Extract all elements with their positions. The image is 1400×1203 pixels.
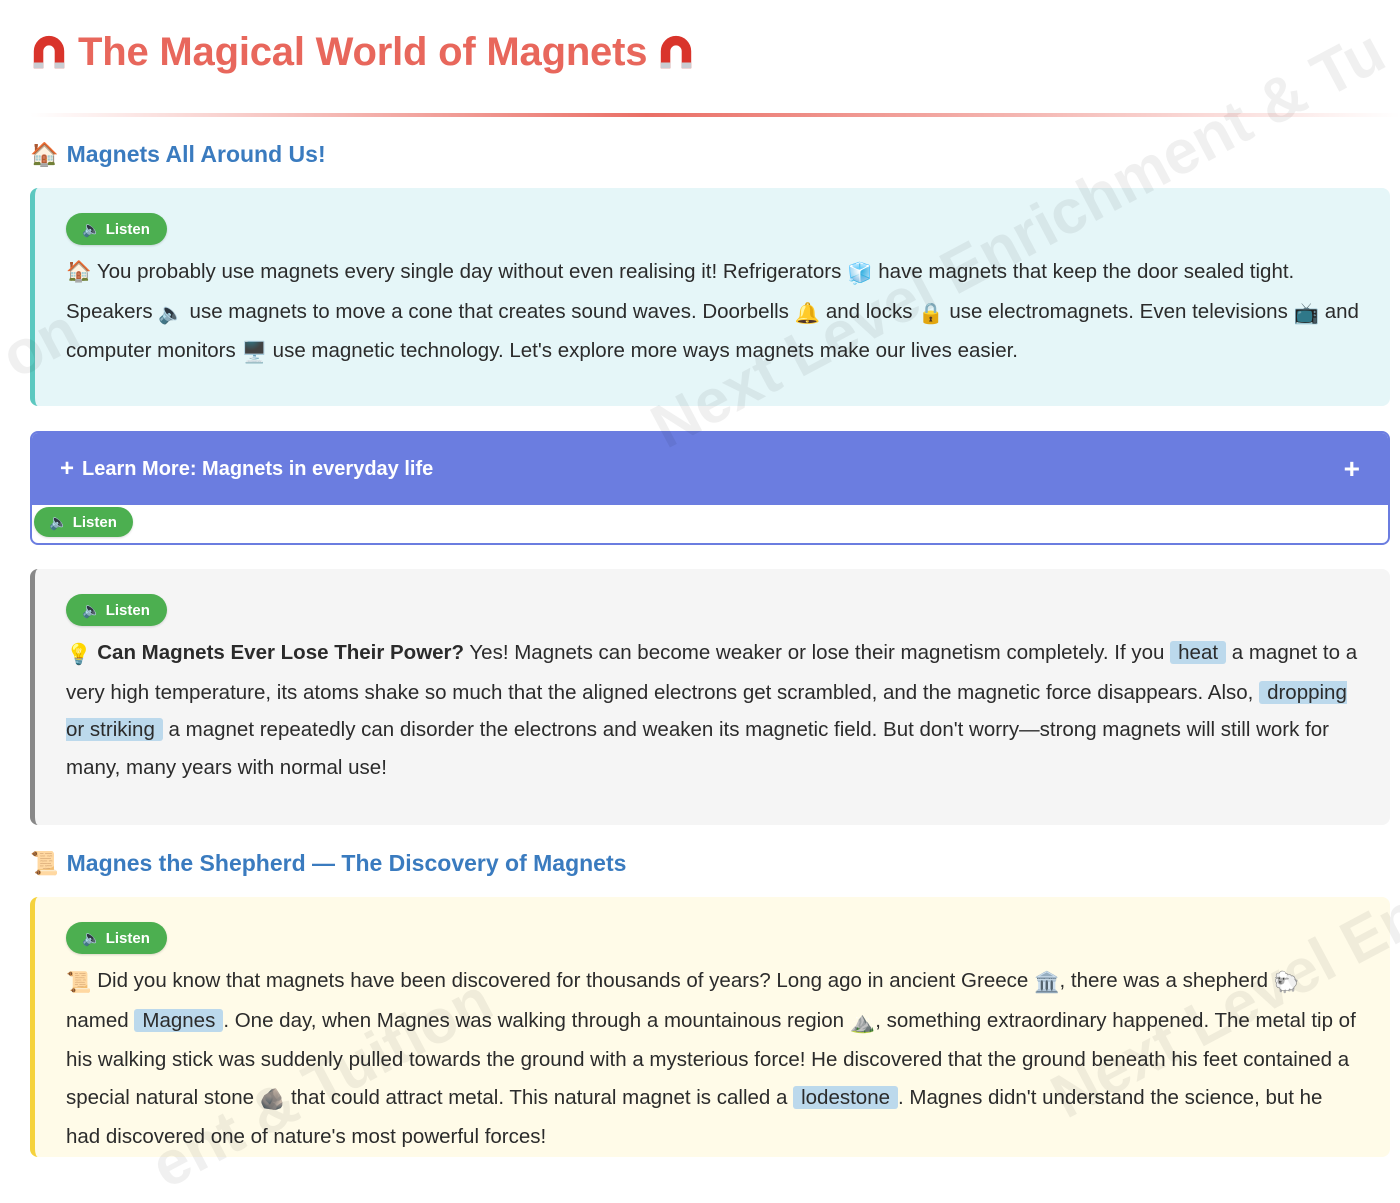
listen-button[interactable]: 🔈 Listen (34, 507, 133, 537)
mountain-icon: ⛰️ (849, 1010, 876, 1034)
info-card-lose-power: 🔈 Listen 💡 Can Magnets Ever Lose Their P… (30, 569, 1390, 825)
listen-label: Listen (105, 929, 150, 947)
listen-button[interactable]: 🔈 Listen (66, 213, 167, 245)
listen-button[interactable]: 🔈 Listen (66, 594, 167, 626)
listen-label: Listen (105, 220, 150, 238)
house-icon: 🏠 (30, 141, 59, 167)
page-title-text: The Magical World of Magnets (78, 30, 648, 74)
text-span: Did you know that magnets have been disc… (91, 969, 1034, 992)
accordion-title: + Learn More: Magnets in everyday life (60, 457, 433, 481)
card-paragraph: 🏠 You probably use magnets every single … (66, 253, 1360, 372)
accordion-title-text: Learn More: Magnets in everyday life (82, 457, 434, 480)
text-span: that could attract metal. This natural m… (285, 1085, 794, 1109)
info-card-shepherd: 🔈 Listen 📜 Did you know that magnets hav… (30, 897, 1390, 1157)
scroll-icon: 📜 (66, 971, 92, 994)
section-heading-text: Magnes the Shepherd — The Discovery of M… (66, 850, 627, 876)
ice-icon: 🧊 (847, 262, 873, 285)
card-paragraph: 📜 Did you know that magnets have been di… (66, 962, 1360, 1156)
monitor-icon: 🖥️ (241, 341, 267, 364)
text-span: use magnetic technology. Let's explore m… (266, 339, 1018, 362)
text-span: , there was a shepherd (1059, 969, 1274, 992)
speaker-icon: 🔈 (82, 602, 101, 619)
text-span: named (66, 1008, 135, 1032)
section-heading-shepherd: 📜 Magnes the Shepherd — The Discovery of… (30, 850, 626, 877)
text-span: use electromagnets. Even televisions (943, 299, 1294, 323)
accordion-header[interactable]: + Learn More: Magnets in everyday life + (32, 433, 1388, 505)
accordion-body: 🔈 Listen (32, 505, 1388, 537)
lock-icon: 🔒 (918, 301, 944, 325)
lightbulb-icon: 💡 (66, 643, 92, 666)
temple-icon: 🏛️ (1033, 971, 1060, 994)
text-span: Yes! Magnets can become weaker or lose t… (464, 641, 1171, 664)
listen-button[interactable]: 🔈 Listen (66, 922, 167, 954)
plus-icon: + (60, 455, 75, 482)
section-heading-text: Magnets All Around Us! (66, 141, 326, 167)
highlight-term: lodestone (793, 1085, 899, 1109)
text-span: 🏠 You probably use magnets every single … (66, 260, 848, 283)
text-span: and locks (820, 299, 919, 323)
tv-icon: 📺 (1293, 301, 1320, 325)
speaker-icon: 🔈 (49, 514, 68, 531)
magnet-icon (661, 35, 692, 68)
speaker-icon: 🔈 (158, 301, 184, 325)
magnet-icon (33, 35, 65, 68)
speaker-icon: 🔈 (82, 221, 101, 238)
section-heading-around-us: 🏠 Magnets All Around Us! (30, 141, 326, 168)
listen-label: Listen (105, 601, 150, 619)
speaker-icon: 🔈 (82, 930, 101, 947)
card-paragraph: 💡 Can Magnets Ever Lose Their Power? Yes… (66, 634, 1360, 786)
rock-icon: 🪨 (259, 1087, 286, 1111)
text-span: . One day, when Magnes was walking throu… (223, 1008, 850, 1032)
highlight-term: Magnes (134, 1008, 224, 1032)
text-span: use magnets to move a cone that creates … (183, 299, 795, 323)
expand-plus-icon[interactable]: + (1344, 455, 1360, 483)
question-bold: Can Magnets Ever Lose Their Power? (97, 641, 465, 664)
listen-label: Listen (72, 513, 117, 531)
bell-icon: 🔔 (794, 301, 821, 325)
highlight-term: heat (1170, 641, 1227, 664)
page-title: The Magical World of Magnets (30, 30, 695, 75)
text-span: a magnet repeatedly can disorder the ele… (66, 718, 1329, 779)
scroll-icon: 📜 (30, 850, 59, 876)
learn-more-accordion: + Learn More: Magnets in everyday life +… (30, 431, 1390, 545)
title-divider (30, 113, 1400, 117)
sheep-icon: 🐑 (1273, 971, 1300, 994)
info-card-around-us: 🔈 Listen 🏠 You probably use magnets ever… (30, 188, 1390, 406)
